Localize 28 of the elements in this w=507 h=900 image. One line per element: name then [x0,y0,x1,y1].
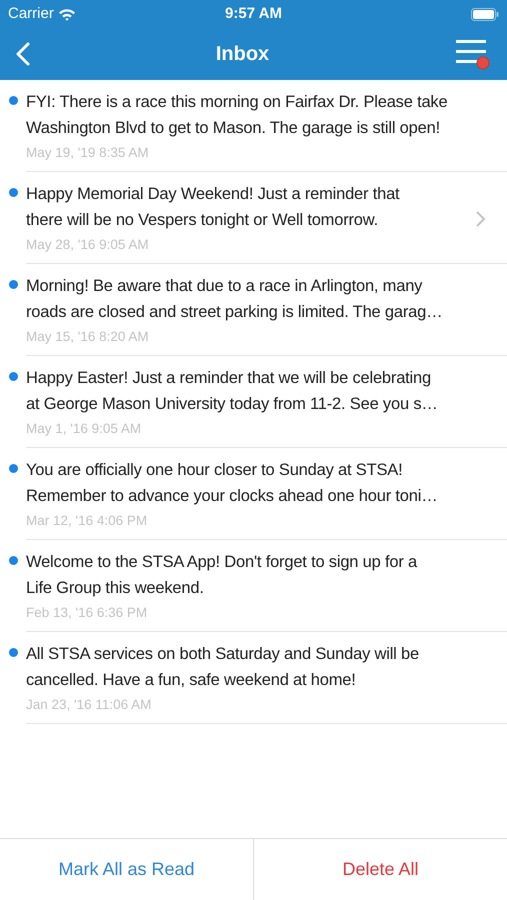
message-date: May 19, '19 8:35 AM [26,144,149,162]
message-text: roads are closed and street parking is limited. The garag… [26,302,444,323]
message-date: May 28, '16 9:05 AM [26,236,149,254]
message-text: You are officially one hour closer to Sunday at STSA! [26,460,404,481]
status-time: 9:57 AM [225,4,282,24]
battery-icon [471,8,499,20]
wifi-icon [58,8,76,20]
message-date: Mar 12, '16 4:06 PM [26,512,148,530]
back-icon[interactable] [16,42,30,66]
carrier-label: Carrier [8,4,54,24]
message-date: May 1, '16 9:05 AM [26,420,142,438]
message-text: Washington Blvd to get to Mason. The garage is still open! [26,118,441,139]
message-text: All STSA services on both Saturday and Sunday will be [26,644,420,665]
message-text: cancelled. Have a fun, safe weekend at home! [26,670,357,691]
message-text: FYI: There is a race this morning on Fairfax Dr. Please take [26,92,448,113]
screen-title: Inbox [216,42,270,67]
menu-icon[interactable] [455,38,491,70]
message-text: Life Group this weekend. [26,578,205,599]
message-text: Morning! Be aware that due to a race in Arlington, many [26,276,424,297]
message-text: Happy Memorial Day Weekend! Just a reminder that [26,184,400,205]
message-date: Jan 23, '16 11:06 AM [26,696,152,714]
message-date: May 15, '16 8:20 AM [26,328,149,346]
message-date: Feb 13, '16 6:36 PM [26,604,148,622]
message-text: Remember to advance your clocks ahead one hour toni… [26,486,439,507]
message-text: there will be no Vespers tonight or Well tomorrow. [26,210,379,231]
message-text: Happy Easter! Just a reminder that we will be celebrating [26,368,432,389]
message-text: at George Mason University today from 11-2. See you s… [26,394,439,415]
message-text: Welcome to the STSA App! Don't forget to sign up for a [26,552,418,573]
